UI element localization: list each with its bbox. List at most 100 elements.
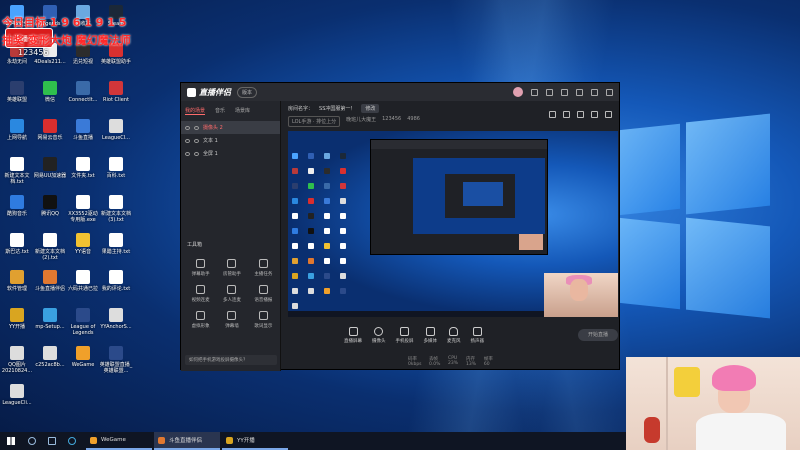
scene-item-camera[interactable]: 摄像头 2 — [181, 121, 280, 134]
taskbar: WeGame 斗鱼直播伴侣 YY开播 — [0, 432, 626, 450]
desktop-icon[interactable]: 文件夹.txt — [66, 156, 100, 179]
preview-mini-icon — [292, 303, 298, 309]
desktop-icon[interactable]: c252ac8b... — [33, 346, 67, 368]
windows-start-icon — [7, 437, 15, 445]
window-titlebar[interactable]: 直播伴侣 版本 — [181, 83, 619, 101]
desktop-icon[interactable]: Riot Client — [99, 80, 133, 103]
desktop-icon[interactable]: 酷狗音乐 — [0, 194, 34, 217]
desktop-icon[interactable]: 新建文本文档(2).txt — [33, 232, 67, 261]
lock-icon[interactable] — [194, 151, 199, 156]
lock-icon[interactable] — [194, 138, 199, 143]
go-live-button[interactable]: 开始直播 — [578, 329, 618, 341]
taskbar-app[interactable]: WeGame — [86, 432, 152, 450]
lock-icon[interactable] — [194, 125, 199, 130]
taskbar-app[interactable]: YY开播 — [222, 432, 288, 450]
shop-icon[interactable] — [563, 111, 570, 118]
desktop-icon[interactable]: 微信 — [33, 80, 67, 103]
desktop-icon[interactable]: 斯巴达.txt — [0, 232, 34, 255]
camera-button[interactable]: 摄像头 — [372, 326, 386, 344]
category-chip[interactable]: LOL手游 · 排位上分 — [288, 116, 341, 127]
desktop-icon[interactable]: XX3552驱动专用版.exe — [66, 194, 100, 223]
version-button[interactable]: 版本 — [237, 86, 258, 98]
tool-item[interactable]: 弹幕墙 — [216, 311, 247, 329]
app-icon — [10, 156, 24, 171]
desktop-icon[interactable]: 网易云音乐 — [33, 118, 67, 141]
rank-icon[interactable] — [577, 111, 584, 118]
message-icon[interactable] — [531, 88, 538, 96]
phone-cast-button[interactable]: 手机投屏 — [396, 326, 414, 344]
scene-item-text[interactable]: 文本 1 — [181, 134, 280, 147]
overlay-number: 123456 — [18, 48, 49, 57]
desktop-icon[interactable]: League of Legends — [66, 308, 100, 336]
screen-capture-button[interactable]: 直播屏幕 — [344, 326, 362, 344]
edit-room-button[interactable]: 修改 — [361, 104, 380, 113]
desktop-icon[interactable]: 果醋主持.txt — [99, 232, 133, 255]
desktop-icon[interactable]: QQ图片20210824... — [0, 346, 34, 374]
eye-icon[interactable] — [185, 138, 190, 143]
desktop-icon[interactable]: WeGame — [66, 346, 100, 368]
app-icon — [43, 270, 57, 285]
tool-item[interactable]: 主播任务 — [248, 259, 279, 277]
stream-preview[interactable] — [288, 131, 618, 317]
menu-icon[interactable] — [561, 88, 568, 96]
desktop-icon[interactable]: mp-Setup... — [33, 308, 67, 330]
tool-item[interactable]: 房管助手 — [216, 259, 247, 277]
tool-icon — [196, 285, 206, 294]
tool-item[interactable]: 弹幕助手 — [185, 259, 216, 277]
desktop-icon[interactable]: 百科.txt — [99, 156, 133, 179]
desktop-icon[interactable]: 我的评论.txt — [99, 270, 133, 292]
desktop-icon[interactable]: ConnectIt... — [66, 80, 100, 103]
tab-scenes[interactable]: 我的场景 — [185, 107, 206, 115]
microphone-icon — [449, 326, 459, 336]
desktop-icon-label: LeagueCl... — [102, 134, 130, 141]
browser-button[interactable] — [62, 432, 82, 450]
desktop-icon[interactable]: YY开播 — [0, 308, 34, 330]
tool-item[interactable]: 视频连麦 — [185, 285, 216, 303]
help-hint-link[interactable]: 如何把手机游戏投屏摄像头？ — [185, 355, 277, 365]
desktop-icon[interactable]: YYAnchorS... — [99, 308, 133, 330]
cortana-button[interactable] — [22, 432, 42, 450]
desktop-icon[interactable]: 英雄联盟直播_英雄联盟... — [99, 346, 133, 374]
desktop-icon[interactable]: 新建文本文档(3).txt — [99, 194, 133, 223]
desktop-icon[interactable]: 新建文本文档.txt — [0, 156, 34, 185]
microphone-button[interactable]: 麦克风 — [447, 326, 461, 344]
scene-item-label: 摄像头 2 — [203, 125, 223, 131]
tool-item[interactable]: 虚拟形象 — [185, 311, 216, 329]
desktop-icon[interactable]: 斗鱼直播伴侣 — [33, 270, 67, 292]
media-button[interactable]: 多媒体 — [424, 326, 437, 344]
scene-item-fullscreen[interactable]: 全屏 1 — [181, 147, 280, 160]
taskbar-app[interactable]: 斗鱼直播伴侣 — [154, 432, 220, 450]
desktop-icon[interactable]: 腾讯QQ — [33, 194, 67, 217]
tab-music[interactable]: 音乐 — [215, 107, 225, 115]
settings-icon[interactable] — [546, 88, 553, 96]
tool-item[interactable]: 多人连麦 — [216, 285, 247, 303]
speaker-button[interactable]: 扬声器 — [471, 326, 484, 344]
close-icon[interactable] — [606, 88, 613, 96]
app-icon — [43, 232, 57, 247]
minimize-icon[interactable] — [576, 88, 583, 96]
tab-scene-library[interactable]: 场景库 — [235, 107, 250, 115]
desktop-icon[interactable]: LeagueCl... — [99, 118, 133, 141]
tool-item[interactable]: 歌词显示 — [248, 311, 279, 329]
desktop-icon[interactable]: LeagueCli... — [0, 384, 34, 406]
bell-icon[interactable] — [591, 111, 598, 118]
desktop-icon[interactable]: 上网导航 — [0, 118, 34, 141]
maximize-icon[interactable] — [591, 88, 598, 96]
desktop-icon[interactable]: 六码共通已拉 — [66, 270, 100, 292]
desktop-icon[interactable]: YY语音 — [66, 232, 100, 255]
avatar[interactable] — [513, 87, 523, 97]
desktop-icon[interactable]: 软件管理 — [0, 270, 34, 292]
tool-item[interactable]: 语音播报 — [248, 285, 279, 303]
desktop-icon-label: League of Legends — [70, 324, 96, 337]
share-icon[interactable] — [605, 111, 612, 118]
desktop-icon[interactable]: 英雄联盟 — [0, 80, 34, 103]
desktop-icon-label: YYAnchorS... — [100, 324, 132, 331]
eye-icon[interactable] — [185, 125, 190, 130]
task-view-button[interactable] — [42, 432, 62, 450]
desktop-icon[interactable]: 斗鱼直播 — [66, 118, 100, 141]
gift-icon[interactable] — [549, 111, 556, 118]
desktop-icon[interactable]: 网易UU加速器 — [33, 156, 67, 179]
eye-icon[interactable] — [185, 151, 190, 156]
tool-label: 主播任务 — [254, 272, 273, 277]
start-button[interactable] — [0, 432, 22, 450]
